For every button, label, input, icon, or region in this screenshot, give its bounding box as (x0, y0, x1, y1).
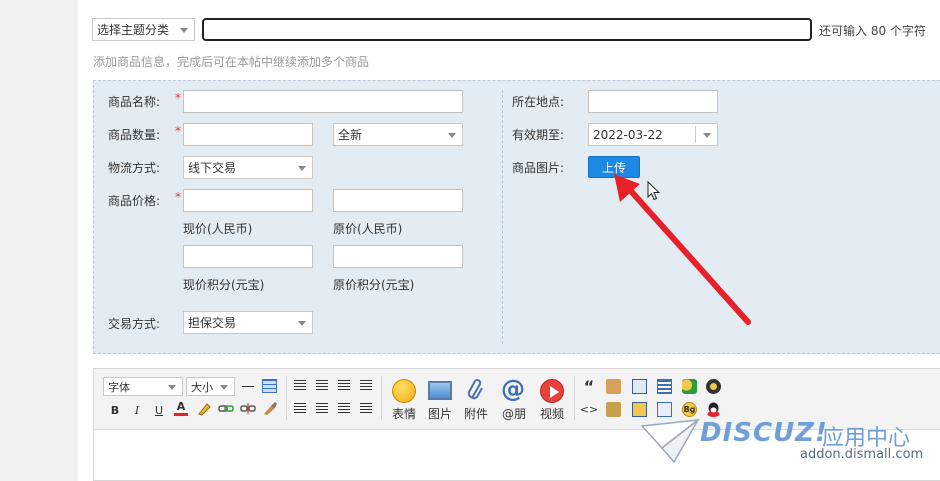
bold-button[interactable]: B (108, 402, 122, 418)
required-mark: * (175, 124, 181, 138)
clear-format-icon[interactable] (262, 401, 278, 416)
expiry-label: 有效期至: (512, 128, 565, 142)
credit-orig-caption: 原价积分(元宝) (333, 278, 415, 292)
logistics-value: 线下交易 (188, 161, 237, 175)
required-mark: * (175, 91, 181, 105)
hide-content-icon[interactable] (606, 402, 621, 417)
index-icon[interactable] (657, 379, 672, 394)
toolbar-separator (381, 376, 382, 420)
chevron-down-icon (180, 27, 188, 33)
chevron-down-icon (703, 132, 711, 138)
italic-button[interactable]: I (130, 402, 144, 418)
table-icon[interactable] (262, 379, 277, 393)
price-orig-input[interactable] (333, 189, 463, 212)
font-color-button[interactable]: A (174, 400, 188, 416)
background-icon[interactable]: Bg (682, 402, 697, 417)
float-left-icon[interactable] (294, 403, 306, 414)
at-icon[interactable]: @ (500, 375, 526, 403)
goods-name-input[interactable] (183, 90, 463, 113)
select-divider (695, 126, 696, 143)
watermark-brand: DISCUZ! (700, 418, 828, 448)
topic-category-select[interactable]: 选择主题分类 (92, 18, 195, 41)
toolbar-separator (574, 376, 575, 420)
chevron-down-icon (298, 320, 306, 326)
paper-plane-icon (640, 419, 700, 464)
watermark-url: addon.dismall.com (800, 447, 924, 462)
helper-text: 添加商品信息，完成后可在本帖中继续添加多个商品 (93, 55, 370, 69)
credit-now-input[interactable] (183, 245, 313, 268)
char-count-hint: 还可输入 80 个字符 (819, 24, 926, 38)
chevron-down-icon (448, 132, 456, 138)
chevron-down-icon (168, 384, 176, 390)
expiry-date-value: 2022-03-22 (593, 127, 663, 142)
goods-image-label: 商品图片: (512, 161, 565, 175)
page-break-icon[interactable] (657, 402, 672, 417)
video-icon[interactable] (540, 379, 564, 403)
web-page-icon[interactable] (632, 379, 647, 394)
goods-qty-label: 商品数量: (108, 128, 161, 142)
align-left-icon[interactable] (294, 380, 306, 391)
price-orig-caption: 原价(人民币) (333, 222, 403, 236)
align-right-icon[interactable] (338, 380, 350, 391)
underline-button[interactable]: U (152, 402, 166, 418)
price-now-input[interactable] (183, 189, 313, 212)
red-arrow-annotation (614, 174, 751, 325)
trade-method-select[interactable]: 担保交易 (183, 311, 313, 334)
link-icon[interactable] (218, 401, 234, 416)
panel-divider (502, 90, 503, 344)
attachment-label[interactable]: 附件 (460, 405, 492, 422)
qq-icon[interactable] (706, 402, 721, 417)
chevron-down-icon (298, 165, 306, 171)
goods-qty-input[interactable] (183, 123, 313, 146)
image-label[interactable]: 图片 (424, 405, 456, 422)
horizontal-rule-icon[interactable] (242, 386, 254, 387)
watermark: DISCUZ! 应用中心 addon.dismall.com (640, 416, 940, 481)
code-button[interactable]: <> (580, 401, 598, 417)
location-input[interactable] (588, 90, 718, 113)
password-icon[interactable] (682, 379, 697, 394)
title-input[interactable] (202, 18, 812, 41)
topic-category-value: 选择主题分类 (97, 23, 170, 37)
font-family-select[interactable]: 字体 (103, 377, 183, 396)
credit-orig-input[interactable] (333, 245, 463, 268)
font-family-value: 字体 (108, 380, 130, 394)
toolbar-separator (286, 376, 287, 420)
chevron-down-icon (220, 384, 228, 390)
quote-button[interactable]: “ (582, 377, 596, 396)
free-content-icon[interactable] (606, 379, 621, 394)
flash-icon[interactable] (632, 402, 647, 417)
required-mark: * (175, 190, 181, 204)
price-label: 商品价格: (108, 194, 161, 208)
logistics-select[interactable]: 线下交易 (183, 156, 313, 179)
trade-method-value: 担保交易 (188, 316, 237, 330)
expiry-date-select[interactable]: 2022-03-22 (588, 123, 718, 146)
condition-select[interactable]: 全新 (333, 123, 463, 146)
condition-value: 全新 (338, 128, 363, 142)
unlink-icon[interactable] (240, 401, 256, 416)
align-center-icon[interactable] (316, 380, 328, 391)
emoji-label[interactable]: 表情 (388, 405, 420, 422)
left-sidebar (0, 0, 78, 481)
align-justify-icon[interactable] (360, 380, 372, 391)
price-now-caption: 现价(人民币) (183, 222, 253, 236)
paperclip-icon[interactable] (466, 378, 486, 402)
image-icon[interactable] (428, 381, 452, 400)
logistics-label: 物流方式: (108, 161, 161, 175)
emoji-icon[interactable] (392, 379, 416, 403)
font-size-value: 大小 (191, 380, 213, 394)
media-icon[interactable] (706, 379, 721, 394)
credit-now-caption: 现价积分(元宝) (183, 278, 265, 292)
highlight-icon[interactable] (196, 401, 212, 416)
goods-name-label: 商品名称: (108, 95, 161, 109)
float-right-icon[interactable] (316, 403, 328, 414)
at-friend-label[interactable]: @朋 (497, 405, 531, 422)
location-label: 所在地点: (512, 95, 565, 109)
unordered-list-icon[interactable] (360, 403, 372, 414)
ordered-list-icon[interactable] (338, 403, 350, 414)
trade-method-label: 交易方式: (108, 317, 161, 331)
video-label[interactable]: 视频 (535, 405, 569, 422)
font-size-select[interactable]: 大小 (186, 377, 235, 396)
